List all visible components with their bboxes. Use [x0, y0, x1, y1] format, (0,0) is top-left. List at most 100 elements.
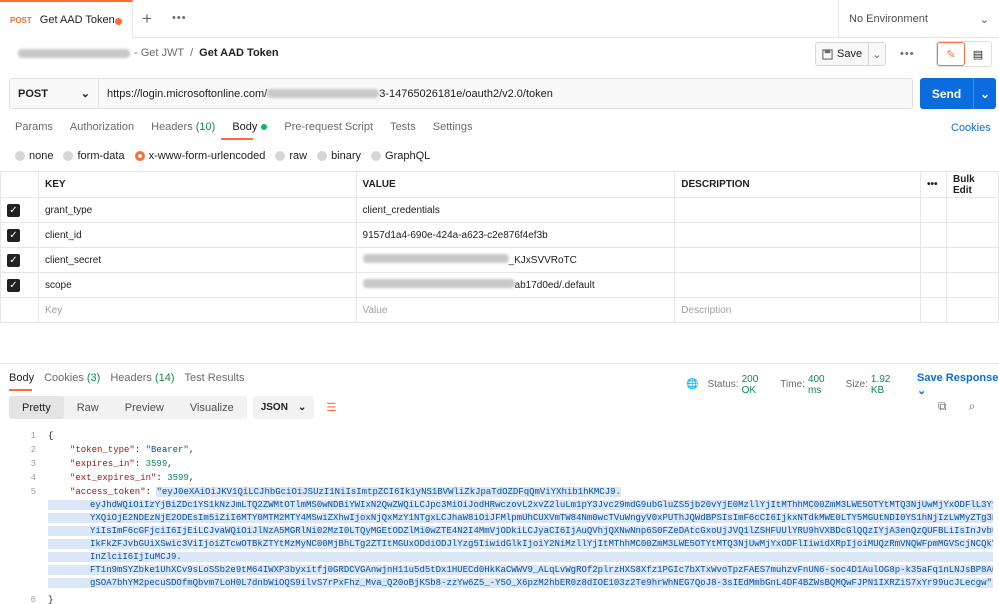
json-key: "access_token": [70, 487, 146, 497]
tabs-more-icon[interactable]: •••: [172, 12, 187, 24]
new-description-input[interactable]: Description: [674, 297, 921, 323]
view-preview[interactable]: Preview: [112, 396, 177, 419]
json-viewer[interactable]: 1 { 2 "token_type": "Bearer", 3 "expires…: [0, 427, 999, 604]
request-tab[interactable]: POST Get AAD Token: [0, 0, 133, 38]
row-value-cell[interactable]: _KJxSVVRoTC: [355, 247, 676, 273]
resp-tab-headers[interactable]: Headers (14): [110, 372, 174, 384]
radio-graphql[interactable]: GraphQL: [371, 150, 430, 162]
url-start: https://login.microsoftonline.com/: [107, 87, 268, 100]
tab-body[interactable]: Body: [232, 121, 268, 133]
radio-urlencoded[interactable]: x-www-form-urlencoded: [134, 150, 265, 162]
size-label: Size:: [845, 379, 868, 390]
save-button[interactable]: Save: [816, 43, 870, 65]
chevron-down-icon: ⌄: [297, 402, 307, 413]
line-number: 4: [30, 473, 36, 483]
format-select[interactable]: JSON ⌄: [252, 396, 315, 419]
status-value: 200 OK: [741, 373, 759, 396]
new-value-input[interactable]: Value: [355, 297, 676, 323]
cookies-link[interactable]: Cookies: [951, 122, 991, 134]
environment-label: No Environment: [849, 13, 928, 25]
row-key[interactable]: client_id: [37, 222, 357, 248]
view-pretty[interactable]: Pretty: [9, 396, 64, 419]
method-select[interactable]: POST ⌄: [10, 79, 99, 108]
resp-headers-count: (14): [154, 372, 175, 384]
row-key[interactable]: client_secret: [37, 247, 357, 273]
documentation-icon[interactable]: ▤: [965, 42, 991, 66]
copy-icon[interactable]: ⧉: [938, 399, 947, 414]
checkbox-checked-icon[interactable]: ✓: [7, 228, 20, 242]
token-line: YiIsImF6cGFjciI6IjEiLCJvaWQiOiJlNzA5MGRl…: [48, 526, 993, 536]
checkbox-checked-icon[interactable]: ✓: [7, 278, 20, 292]
token-line: IkFkZFJvbGUiXSwic3ViIjoiZTcwOTBkZTYtMzMy…: [48, 539, 993, 549]
save-dropdown-chevron-icon[interactable]: ⌄: [869, 48, 885, 61]
bulk-edit-button[interactable]: Bulk Edit: [945, 171, 999, 198]
table-row: ✓ scope ab17d0ed/.default: [0, 272, 999, 298]
new-tab-plus-icon[interactable]: +: [142, 9, 152, 29]
time-value: 400 ms: [807, 373, 825, 396]
radio-raw-label: raw: [289, 150, 308, 162]
checkbox-checked-icon[interactable]: ✓: [7, 253, 20, 267]
save-response-label: Save Response: [917, 372, 999, 384]
json-key: "ext_expires_in": [70, 473, 157, 483]
tab-prerequest[interactable]: Pre-request Script: [284, 121, 373, 133]
radio-raw[interactable]: raw: [275, 150, 307, 162]
view-raw[interactable]: Raw: [64, 396, 112, 419]
tab-headers-label: Headers: [151, 121, 193, 133]
radio-none[interactable]: none: [15, 150, 53, 162]
resp-tab-cookies[interactable]: Cookies (3): [44, 372, 100, 384]
edit-pencil-icon[interactable]: ✎: [937, 42, 965, 66]
tab-settings[interactable]: Settings: [433, 121, 473, 133]
tab-authorization[interactable]: Authorization: [70, 121, 134, 133]
view-mode-segment: Pretty Raw Preview Visualize: [9, 396, 247, 419]
search-icon[interactable]: ⌕: [969, 399, 976, 414]
json-value: 3599: [145, 459, 168, 469]
environment-selector[interactable]: No Environment ⌄: [838, 0, 999, 38]
token-line: gSOA7bhYM2pecuSDOfmQbvm7LoH0L7dnbWiOQS9i…: [48, 578, 993, 588]
globe-icon[interactable]: 🌐: [686, 379, 698, 390]
radio-binary[interactable]: binary: [317, 150, 361, 162]
radio-none-label: none: [29, 150, 54, 162]
row-value-cell[interactable]: ab17d0ed/.default: [355, 272, 676, 298]
row-description[interactable]: [674, 222, 921, 248]
row-empty: [945, 222, 999, 248]
row-empty: [945, 197, 999, 223]
row-description[interactable]: [674, 247, 921, 273]
tab-bar: POST Get AAD Token + ••• No Environment …: [0, 0, 999, 38]
send-button[interactable]: Send: [920, 78, 974, 109]
json-line: {: [48, 431, 54, 441]
save-response-button[interactable]: Save Response ⌄: [917, 372, 999, 397]
row-value[interactable]: 9157d1a4-690e-424a-a623-c2e876f4ef3b: [355, 222, 676, 248]
header-value: VALUE: [355, 171, 676, 198]
table-header: KEY VALUE DESCRIPTION ••• Bulk Edit: [0, 171, 999, 198]
row-key[interactable]: scope: [37, 272, 357, 298]
new-key-input[interactable]: Key: [37, 297, 357, 323]
tab-params[interactable]: Params: [15, 121, 53, 133]
columns-more-icon[interactable]: •••: [920, 171, 947, 198]
row-value[interactable]: client_credentials: [355, 197, 676, 223]
token-line: FT1n9mSYZbke1UhXCv9sLoSSb2e9tM64IWXP3byx…: [48, 565, 993, 575]
radio-selected-icon: [134, 151, 145, 161]
view-toggle: ✎ ▤: [936, 41, 992, 67]
radio-dot-icon: [63, 151, 74, 161]
url-input[interactable]: https://login.microsoftonline.com/ 3-147…: [99, 88, 553, 100]
request-more-icon[interactable]: •••: [900, 48, 915, 60]
blurred-collection-name: [18, 48, 130, 58]
row-key[interactable]: grant_type: [37, 197, 357, 223]
tab-headers[interactable]: Headers (10): [151, 121, 215, 133]
resp-tab-results[interactable]: Test Results: [185, 372, 245, 384]
view-visualize[interactable]: Visualize: [177, 396, 247, 419]
status-label: Status:: [707, 379, 739, 390]
breadcrumb-parent[interactable]: - Get JWT: [134, 47, 184, 59]
response-view-bar: Pretty Raw Preview Visualize JSON ⌄ ☰: [9, 396, 342, 419]
wrap-lines-icon[interactable]: ☰: [320, 397, 342, 419]
row-description[interactable]: [674, 197, 921, 223]
radio-form-data[interactable]: form-data: [63, 150, 125, 162]
send-dropdown-chevron-icon[interactable]: ⌄: [974, 87, 996, 101]
token-line: YXQiOjE2NDEzNjE2ODEsIm5iZiI6MTY0MTM2MTY4…: [48, 513, 993, 523]
row-description[interactable]: [674, 272, 921, 298]
chevron-down-icon: ⌄: [80, 88, 90, 100]
tab-tests[interactable]: Tests: [390, 121, 416, 133]
checkbox-checked-icon[interactable]: ✓: [7, 203, 20, 217]
resp-tab-body[interactable]: Body: [9, 372, 34, 384]
json-line: "ext_expires_in": 3599,: [70, 473, 195, 483]
